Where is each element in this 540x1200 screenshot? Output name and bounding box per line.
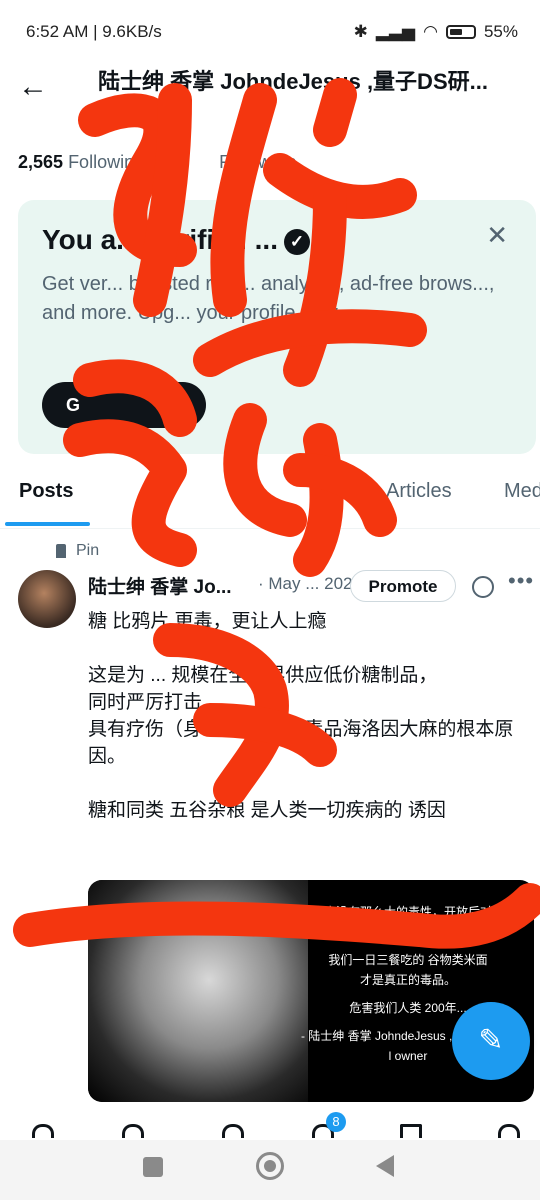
tab-articles[interactable]: Articles [386,480,452,503]
active-tab-indicator [5,522,90,526]
promote-button[interactable]: Promote [350,570,456,602]
pin-icon [56,543,66,558]
communities-icon[interactable] [498,1124,520,1138]
tab-posts[interactable]: Posts [19,480,73,503]
battery-percent: 55% [483,22,518,41]
post-text-line: 这是为 ... 规模在全世界供应低价糖制品， [88,665,438,686]
followers-label[interactable]: Followers [219,152,296,172]
profile-header: ← 陆士绅 香掌 JohndeJesus ,量子DS研... [0,58,540,120]
profile-tabs: Posts Articles Med [0,470,540,529]
compose-feather-icon: ✎ [478,1024,504,1057]
status-time-speed: 6:52 AM | 9.6KB/s [26,22,162,41]
following-count[interactable]: 2,565 [18,152,63,172]
verify-card-title: You a... verified ... ✓ [42,224,310,256]
profile-title: 陆士绅 香掌 JohndeJesus ,量子DS研... [98,69,488,94]
post-text-line [88,635,524,662]
battery-level [449,29,463,35]
image-caption-line: 吸烟的危害远大于大麻。 [341,925,474,939]
grok-icon[interactable] [472,576,494,598]
post-author[interactable]: 陆士绅 香掌 Jo... [88,572,232,599]
messages-icon[interactable] [400,1124,422,1138]
post-text-line: 同时严厉打击 [88,692,203,713]
status-icons: ✱ ▂▃▅ ◠ 55% [354,22,518,42]
grok-nav-icon[interactable] [222,1124,244,1138]
portrait-image [88,880,308,1102]
post-text-line [88,770,524,797]
status-bar: 6:52 AM | 9.6KB/s ✱ ▂▃▅ ◠ 55% [0,0,540,64]
pinned-indicator: Pin [56,542,99,560]
post-text-line: 糖和同类 五谷杂粮 是人类一切疾病的 诱因 [88,800,446,821]
home-icon[interactable] [32,1124,54,1138]
post-text: 糖 比鸦片 更毒，更让人上瘾 这是为 ... 规模在全世界供应低价糖制品， 同时严… [88,608,524,824]
system-navigation-bar [0,1140,540,1200]
post-text-line: 糖 比鸦片 更毒，更让人上瘾 [88,611,327,632]
image-caption-line: 才是真正的毒品。 [359,973,456,987]
back-arrow-icon[interactable]: ← [18,70,48,104]
avatar[interactable] [18,570,76,628]
verify-upsell-card: You a... verified ... ✓ ✕ Get ver... boos… [18,200,536,454]
wifi-icon: ◠ [423,22,438,41]
bottom-nav [0,1110,540,1140]
recents-button[interactable] [143,1157,163,1177]
tab-media[interactable]: Med [504,480,540,503]
verify-card-body: Get ver... boosted repl... analytics, ad… [42,273,495,324]
follow-counts[interactable]: 2,565 Following Followers [18,152,296,173]
back-button[interactable] [376,1155,394,1177]
notification-badge: 8 [326,1112,346,1132]
post-date: · May ... 2022 [258,574,362,593]
post-text-line: 具有疗伤（身理 ）... 果的毒品海洛因大麻的根本原因。 [88,719,514,767]
close-icon[interactable]: ✕ [486,220,508,251]
following-label[interactable]: Following [68,152,144,172]
home-button[interactable] [256,1152,284,1180]
battery-icon [445,25,476,39]
signal-icon: ▂▃▅ [375,22,416,41]
image-caption-line: 我们一日三餐吃的 谷物类米面 [328,953,488,967]
compose-button[interactable]: ✎ [452,1002,530,1080]
verified-check-icon: ✓ [284,228,310,255]
search-icon[interactable] [122,1124,144,1138]
image-caption-line: 大麻没有那么大的毒性，开放后对社 [311,905,504,919]
more-options-icon[interactable]: ••• [508,568,534,594]
get-verified-button[interactable]: G [42,382,206,428]
bluetooth-icon: ✱ [353,22,368,41]
